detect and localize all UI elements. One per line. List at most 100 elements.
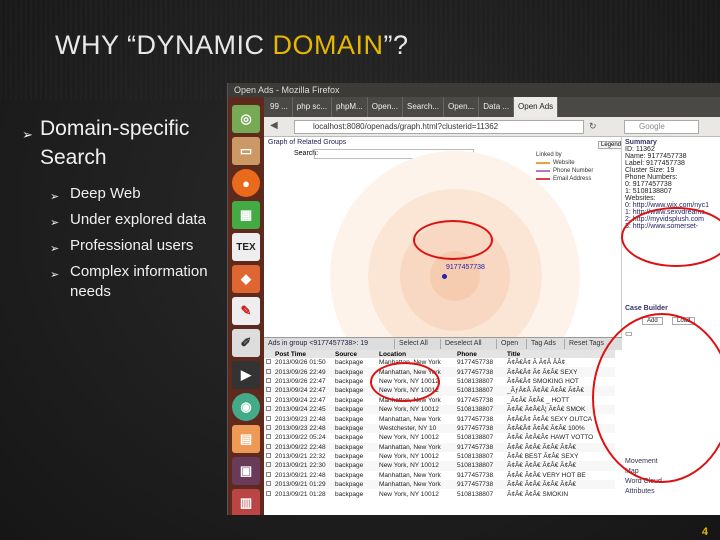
video-icon[interactable]: ▶ bbox=[232, 361, 260, 389]
firefox-icon[interactable]: ● bbox=[232, 169, 260, 197]
row-checkbox[interactable] bbox=[264, 471, 273, 480]
table-row[interactable]: 2013/09/24 22:45 backpage New York, NY 100… bbox=[264, 404, 615, 415]
table-cell: backpage bbox=[335, 359, 364, 367]
search-input[interactable]: Google bbox=[624, 120, 699, 134]
table-cell: 9177457738 bbox=[457, 471, 494, 479]
files-icon[interactable]: ▭ bbox=[232, 137, 260, 165]
summary-line: ID: 11362 bbox=[625, 146, 655, 153]
browser-tab[interactable]: Data ... bbox=[479, 97, 515, 117]
row-checkbox[interactable] bbox=[264, 358, 273, 367]
bullet-arrow-icon: ➢ bbox=[22, 127, 33, 142]
table-cell: backpage bbox=[333, 442, 377, 452]
table-row[interactable]: 2013/09/21 01:28 backpage New York, NY 100… bbox=[264, 489, 615, 498]
graph-node[interactable] bbox=[442, 274, 447, 279]
table-row[interactable]: 2013/09/24 22:47 backpage Manhattan, New Y… bbox=[264, 396, 615, 405]
column-header[interactable]: Source bbox=[333, 350, 377, 358]
unity-launcher: ◎ ▭ ● ▦ TEX ◆ ✎ ✐ ▶ ◉ ▤ ▣ ▥ bbox=[228, 97, 264, 515]
column-header[interactable]: Post Time bbox=[273, 350, 333, 358]
row-checkbox[interactable] bbox=[264, 433, 273, 442]
ads-header: Ads in group <9177457738>: 19 bbox=[268, 340, 369, 347]
table-cell: Ã¢Â€ BEST Ã¢Â€ SEXY bbox=[507, 453, 579, 461]
table-row[interactable]: 2013/09/26 01:50 backpage Manhattan, New Y… bbox=[264, 358, 615, 367]
row-checkbox[interactable] bbox=[264, 442, 273, 452]
table-cell: backpage bbox=[335, 434, 364, 442]
table-row[interactable]: 2013/09/24 22:47 backpage New York, NY 100… bbox=[264, 386, 615, 396]
presentation-icon[interactable]: ▤ bbox=[232, 425, 260, 453]
table-cell: backpage bbox=[333, 480, 377, 490]
bullet-main: ➢ Domain-specific Search bbox=[22, 117, 190, 169]
legend-button[interactable]: Legend bbox=[598, 141, 621, 149]
table-row[interactable]: 2013/09/26 22:49 backpage Manhattan, New Y… bbox=[264, 367, 615, 377]
trash-icon[interactable]: ▥ bbox=[232, 489, 260, 515]
table-cell: 5108138807 bbox=[457, 490, 494, 498]
column-header[interactable]: Phone bbox=[455, 350, 505, 358]
browser-tab[interactable]: phpM... bbox=[332, 97, 368, 117]
column-header bbox=[264, 350, 273, 358]
view-item-attributes[interactable]: Attributes bbox=[625, 487, 662, 497]
table-cell: backpage bbox=[333, 404, 377, 415]
row-checkbox[interactable] bbox=[264, 414, 273, 423]
tex-icon[interactable]: TEX bbox=[232, 233, 260, 261]
table-row[interactable]: 2013/09/21 22:32 backpage New York, NY 100… bbox=[264, 452, 615, 461]
row-checkbox[interactable] bbox=[264, 480, 273, 490]
app-icon[interactable]: ◆ bbox=[232, 265, 260, 293]
reset-tags-button[interactable]: Reset Tags bbox=[564, 339, 608, 349]
table-cell: 2013/09/21 01:28 bbox=[275, 490, 326, 498]
case-builder-title: Case Builder bbox=[625, 305, 668, 312]
table-cell: Ã¢Â€ Ã¢Â€ VERY HOT BE bbox=[507, 471, 586, 479]
url-bar[interactable]: localhost:8080/openads/graph.html?cluste… bbox=[294, 120, 584, 134]
row-checkbox[interactable] bbox=[264, 367, 273, 377]
row-checkbox[interactable] bbox=[264, 404, 273, 415]
table-cell: 2013/09/26 22:49 bbox=[273, 367, 333, 377]
open-button[interactable]: Open bbox=[496, 339, 522, 349]
browser-tab[interactable]: 99 ... bbox=[266, 97, 293, 117]
spreadsheet-icon[interactable]: ▦ bbox=[232, 201, 260, 229]
tag-ads-button[interactable]: Tag Ads bbox=[526, 339, 560, 349]
pdf-icon[interactable]: ✎ bbox=[232, 297, 260, 325]
table-row[interactable]: 2013/09/23 22:48 backpage Manhattan, New Y… bbox=[264, 414, 615, 423]
row-checkbox[interactable] bbox=[264, 452, 273, 461]
graph-title: Graph of Related Groups bbox=[268, 139, 347, 146]
deselect-all-button[interactable]: Deselect All bbox=[440, 339, 486, 349]
row-checkbox[interactable] bbox=[264, 489, 273, 498]
table-cell: 9177457738 bbox=[455, 367, 505, 377]
browser-tab[interactable]: php sc... bbox=[293, 97, 333, 117]
window-title: Open Ads - Mozilla Firefox bbox=[228, 83, 720, 97]
table-cell: backpage bbox=[333, 423, 377, 434]
column-header[interactable]: Title bbox=[505, 350, 615, 358]
table-cell: backpage bbox=[335, 471, 364, 479]
table-cell: backpage bbox=[335, 396, 364, 404]
row-checkbox[interactable] bbox=[264, 377, 273, 386]
back-icon[interactable]: ◀ bbox=[270, 120, 278, 131]
highlight-circle-location bbox=[370, 362, 440, 402]
reload-icon[interactable]: ↻ bbox=[589, 121, 597, 132]
table-cell: Manhattan, New York bbox=[379, 415, 441, 423]
nav-bar: ◀ localhost:8080/openads/graph.html?clus… bbox=[264, 117, 720, 137]
row-checkbox[interactable] bbox=[264, 396, 273, 405]
browser-tab[interactable]: Open... bbox=[444, 97, 480, 117]
browser-tab[interactable]: Search... bbox=[403, 97, 444, 117]
table-row[interactable]: 2013/09/21 01:29 backpage Manhattan, New Y… bbox=[264, 480, 615, 490]
table-row[interactable]: 2013/09/21 22:30 backpage New York, NY 100… bbox=[264, 461, 615, 471]
browser-tab-active[interactable]: Open Ads bbox=[514, 97, 559, 117]
table-row[interactable]: 2013/09/22 05:24 backpage New York, NY 100… bbox=[264, 433, 615, 442]
table-row[interactable]: 2013/09/21 22:48 backpage Manhattan, New Y… bbox=[264, 471, 615, 480]
column-header[interactable]: Location bbox=[377, 350, 455, 358]
dash-icon[interactable]: ◎ bbox=[232, 105, 260, 133]
row-checkbox[interactable] bbox=[264, 461, 273, 471]
table-row[interactable]: 2013/09/23 22:48 backpage Westchester, NY … bbox=[264, 423, 615, 434]
workspace-icon[interactable]: ▣ bbox=[232, 457, 260, 485]
select-all-button[interactable]: Select All bbox=[394, 339, 432, 349]
bullet-arrow-icon: ➢ bbox=[50, 191, 60, 203]
editor-icon[interactable]: ✐ bbox=[232, 329, 260, 357]
table-row[interactable]: 2013/09/22 22:48 backpage Manhattan, New Y… bbox=[264, 442, 615, 452]
chrome-icon[interactable]: ◉ bbox=[232, 393, 260, 421]
table-cell: 5108138807 bbox=[457, 377, 494, 385]
table-cell: 9177457738 bbox=[455, 480, 505, 490]
bullet-sub: ➢ Deep Web bbox=[20, 184, 225, 204]
row-checkbox[interactable] bbox=[264, 386, 273, 396]
table-cell: backpage bbox=[335, 453, 364, 461]
row-checkbox[interactable] bbox=[264, 423, 273, 434]
browser-tab[interactable]: Open... bbox=[368, 97, 403, 117]
table-cell: backpage bbox=[335, 415, 364, 423]
